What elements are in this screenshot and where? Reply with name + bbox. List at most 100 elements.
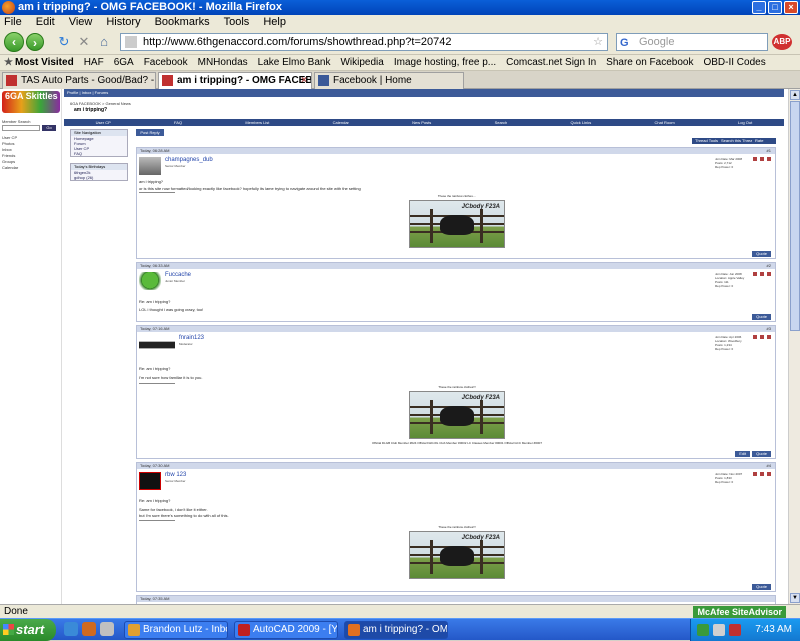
- adblock-icon[interactable]: ABP: [772, 34, 792, 50]
- forum-top-links[interactable]: Profile | Inbox | Forums: [64, 89, 784, 97]
- menu-tools[interactable]: Tools: [224, 15, 250, 29]
- nav-chat-room[interactable]: Chat Room: [655, 119, 675, 126]
- bookmark-share-facebook[interactable]: Share on Facebook: [606, 55, 693, 70]
- start-button[interactable]: start: [0, 619, 56, 641]
- post-reply-button[interactable]: Post Reply: [136, 129, 164, 136]
- bookmark-mnhondas[interactable]: MNHondas: [198, 55, 248, 70]
- task-autocad[interactable]: AutoCAD 2009 - [Y:\...: [234, 621, 338, 639]
- sidebar-link-calendar[interactable]: Calendar: [2, 165, 18, 170]
- username[interactable]: Fuccache: [165, 272, 191, 278]
- avatar[interactable]: [139, 272, 161, 290]
- quote-button[interactable]: Quote: [752, 314, 771, 320]
- honda-avatar-icon[interactable]: [139, 472, 161, 490]
- scroll-up-arrow[interactable]: ▲: [790, 90, 800, 100]
- sidebar-link-friends[interactable]: Friends: [2, 153, 15, 158]
- edit-button[interactable]: Edit: [735, 451, 751, 457]
- birthday-name[interactable]: gdhop (26): [71, 175, 127, 180]
- post-number[interactable]: #1: [767, 148, 771, 154]
- member-search-go-button[interactable]: Go: [42, 125, 56, 131]
- sidebar-link-groups[interactable]: Groups: [2, 159, 15, 164]
- quote-button[interactable]: Quote: [752, 584, 771, 590]
- site-logo[interactable]: 6GA Skittles: [2, 91, 60, 113]
- nav-new-posts[interactable]: New Posts: [412, 119, 431, 126]
- scroll-thumb[interactable]: [790, 101, 800, 331]
- nav-faq[interactable]: FAQ: [174, 119, 182, 126]
- username[interactable]: champagnes_dub: [165, 157, 213, 163]
- quote-icon[interactable]: [767, 335, 771, 339]
- nav-log-out[interactable]: Log Out: [738, 119, 752, 126]
- close-tab-icon[interactable]: ×: [301, 73, 307, 88]
- reload-icon[interactable]: ↻: [56, 34, 72, 50]
- stop-icon[interactable]: ✕: [76, 34, 92, 50]
- bookmark-wikipedia[interactable]: Wikipedia: [340, 55, 383, 70]
- rep-icon[interactable]: [760, 472, 764, 476]
- quote-icon[interactable]: [767, 157, 771, 161]
- tab-facebook-home[interactable]: Facebook | Home: [314, 72, 464, 89]
- menu-help[interactable]: Help: [263, 15, 286, 29]
- rep-icon[interactable]: [760, 157, 764, 161]
- rate-thread-button[interactable]: Rate Thread: [752, 138, 776, 149]
- quote-button[interactable]: Quote: [752, 251, 771, 257]
- tray-security-icon[interactable]: [729, 624, 741, 636]
- rep-icon[interactable]: [760, 272, 764, 276]
- mcafee-siteadvisor-button[interactable]: McAfee SiteAdvisor: [693, 606, 786, 618]
- breadcrumb[interactable]: 6GA FACEBOOK > General News: [70, 101, 131, 106]
- username[interactable]: fnrain123: [179, 335, 204, 341]
- forward-button[interactable]: ›: [26, 33, 44, 51]
- sidebar-link-photos[interactable]: Photos: [2, 141, 14, 146]
- menu-history[interactable]: History: [106, 15, 140, 29]
- rep-icon[interactable]: [760, 335, 764, 339]
- member-search-input[interactable]: [2, 125, 40, 131]
- menu-file[interactable]: File: [4, 15, 22, 29]
- quote-button[interactable]: Quote: [752, 451, 771, 457]
- home-icon[interactable]: ⌂: [96, 34, 112, 50]
- bookmark-most-visited[interactable]: ★ Most Visited: [4, 55, 74, 70]
- clock[interactable]: 7:43 AM: [755, 624, 792, 635]
- scroll-down-arrow[interactable]: ▼: [790, 593, 800, 603]
- bookmark-facebook[interactable]: Facebook: [144, 55, 188, 70]
- back-button[interactable]: ‹: [4, 32, 24, 52]
- google-icon[interactable]: G: [620, 35, 629, 51]
- task-firefox[interactable]: am i tripping? - OMG ...: [344, 621, 448, 639]
- tab-am-i-tripping[interactable]: am i tripping? - OMG FACEBOOK! ×: [158, 72, 312, 90]
- tray-network-icon[interactable]: [697, 624, 709, 636]
- quicklaunch-ie-icon[interactable]: [64, 622, 78, 636]
- close-window-button[interactable]: ×: [784, 1, 798, 14]
- avatar[interactable]: [139, 157, 161, 175]
- avatar[interactable]: [139, 335, 175, 357]
- bookmark-obd-codes[interactable]: OBD-II Codes: [703, 55, 765, 70]
- quote-icon[interactable]: [767, 272, 771, 276]
- menu-view[interactable]: View: [69, 15, 93, 29]
- post-number[interactable]: #4: [767, 463, 771, 469]
- nav-quick-links[interactable]: Quick Links: [571, 119, 592, 126]
- post-number[interactable]: #2: [767, 263, 771, 269]
- nav-search[interactable]: Search: [495, 119, 508, 126]
- menu-edit[interactable]: Edit: [36, 15, 55, 29]
- quote-icon[interactable]: [767, 472, 771, 476]
- bookmark-lake-elmo-bank[interactable]: Lake Elmo Bank: [258, 55, 331, 70]
- sidebar-link-user-cp[interactable]: User CP: [2, 135, 17, 140]
- bookmark-comcast[interactable]: Comcast.net Sign In: [506, 55, 596, 70]
- username[interactable]: rbw 123: [165, 472, 186, 478]
- post-number[interactable]: #3: [767, 326, 771, 332]
- sidebar-link-inbox[interactable]: Inbox: [2, 147, 12, 152]
- nav-members-list[interactable]: Members List: [245, 119, 269, 126]
- minimize-button[interactable]: _: [752, 1, 766, 14]
- url-bar[interactable]: http://www.6thgenaccord.com/forums/showt…: [120, 33, 608, 51]
- nav-link-faq[interactable]: FAQ: [71, 151, 127, 156]
- thread-tools-button[interactable]: Thread Tools: [692, 138, 722, 144]
- tray-volume-icon[interactable]: [713, 624, 725, 636]
- bookmark-haf[interactable]: HAF: [84, 55, 104, 70]
- menu-bookmarks[interactable]: Bookmarks: [155, 15, 210, 29]
- bookmark-6ga[interactable]: 6GA: [114, 55, 134, 70]
- bookmark-star-icon[interactable]: ☆: [593, 34, 603, 50]
- search-input[interactable]: G Google: [616, 33, 768, 51]
- tab-tas-auto-parts[interactable]: TAS Auto Parts - Good/Bad? - Honda A...: [2, 72, 156, 89]
- vertical-scrollbar[interactable]: ▲ ▼: [788, 89, 800, 604]
- nav-calendar[interactable]: Calendar: [333, 119, 349, 126]
- bookmark-image-hosting[interactable]: Image hosting, free p...: [394, 55, 496, 70]
- maximize-button[interactable]: □: [768, 1, 782, 14]
- task-outlook[interactable]: Brandon Lutz - Inbox ...: [124, 621, 228, 639]
- quicklaunch-desktop-icon[interactable]: [100, 622, 114, 636]
- quicklaunch-firefox-icon[interactable]: [82, 622, 96, 636]
